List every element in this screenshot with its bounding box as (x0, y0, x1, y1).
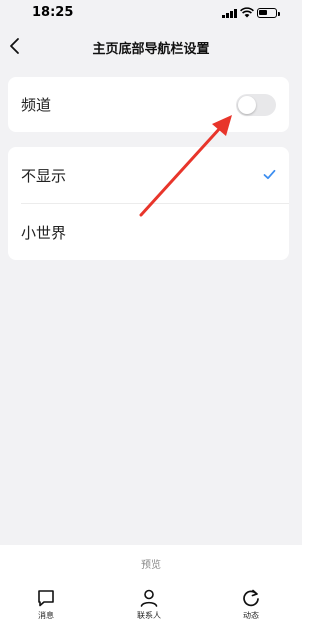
navigation-bar: 主页底部导航栏设置 (0, 26, 302, 66)
status-time: 18:25 (32, 5, 74, 20)
option-label-hidden: 不显示 (21, 167, 67, 185)
tab-label-messages: 消息 (38, 611, 54, 620)
option-row-small-world[interactable]: 小世界 (8, 204, 289, 260)
tab-messages[interactable]: 消息 (16, 588, 76, 628)
chat-bubble-icon (38, 590, 54, 607)
tab-moments[interactable]: 动态 (221, 588, 281, 628)
checkmark-icon (263, 169, 276, 180)
option-row-hidden[interactable]: 不显示 (8, 147, 289, 203)
person-icon (140, 589, 158, 607)
preview-label: 预览 (141, 560, 161, 571)
refresh-icon (243, 589, 259, 607)
page-title: 主页底部导航栏设置 (92, 42, 210, 57)
tab-contacts[interactable]: 联系人 (119, 588, 179, 628)
phone-screen: 18:25 主页底部导航栏设置 频道 不显示 小世界 预览 消息 联系人 动态 (0, 0, 302, 638)
toggle-knob (238, 96, 256, 114)
wifi-icon (240, 7, 254, 18)
options-card: 不显示 小世界 (8, 147, 289, 260)
channel-label: 频道 (21, 96, 52, 114)
tab-label-contacts: 联系人 (137, 611, 161, 620)
battery-icon (257, 8, 280, 18)
status-bar: 18:25 (0, 0, 302, 26)
channel-setting-card: 频道 (8, 77, 289, 132)
channel-toggle[interactable] (236, 94, 276, 116)
option-label-small-world: 小世界 (21, 224, 67, 242)
signal-icon (222, 9, 237, 18)
bottom-preview-panel: 预览 消息 联系人 动态 (0, 545, 302, 638)
tab-label-moments: 动态 (243, 611, 259, 620)
